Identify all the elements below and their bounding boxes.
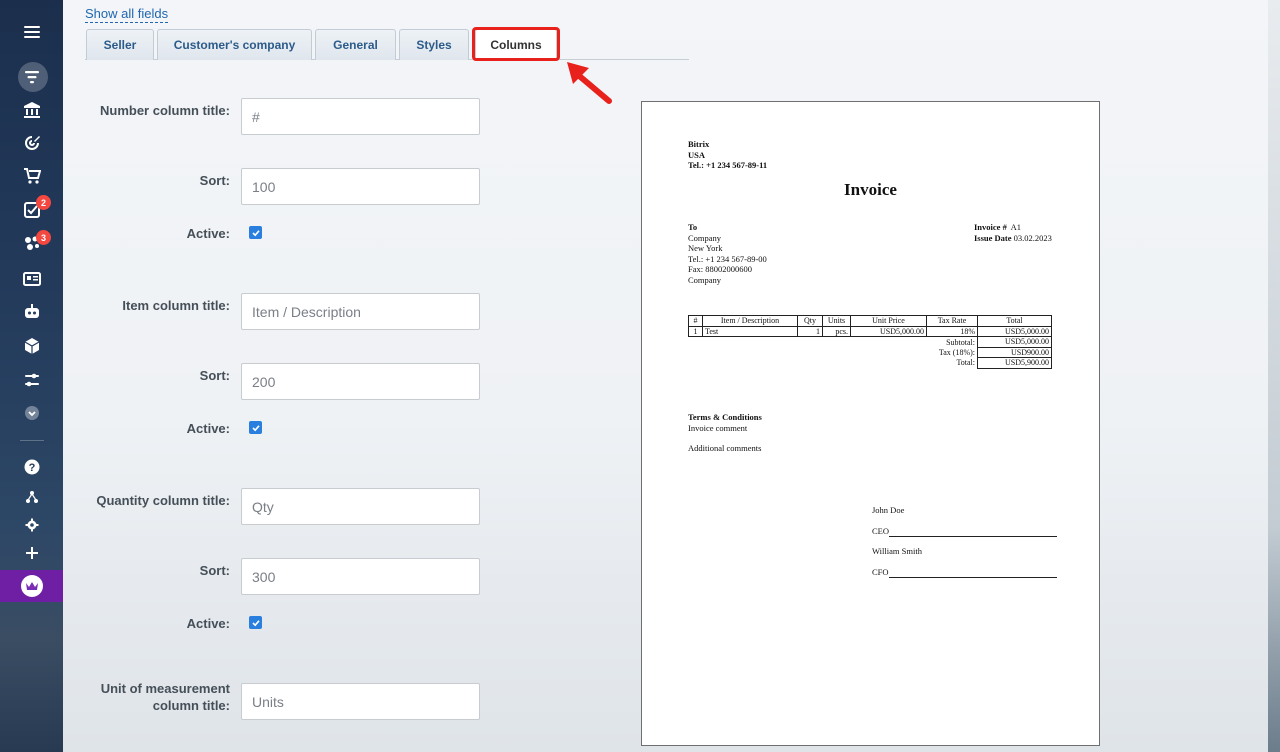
bank-icon[interactable] (0, 95, 63, 125)
number-title-row: Number column title: (63, 98, 623, 138)
unit-title-label: Unit of measurement column title: (100, 681, 230, 713)
item-active-label: Active: (186, 421, 230, 436)
plus-icon[interactable] (0, 538, 63, 568)
number-sort-row: Sort: (63, 168, 623, 208)
number-active-checkbox[interactable] (249, 226, 262, 239)
filter-funnel-icon[interactable] (0, 62, 63, 92)
crown-icon[interactable] (21, 575, 43, 597)
table-header-row: # Item / Description Qty Units Unit Pric… (688, 315, 1052, 327)
seller-block: Bitrix USA Tel.: +1 234 567-89-11 (688, 139, 768, 170)
unit-title-input[interactable] (241, 683, 480, 720)
item-sort-input[interactable] (241, 363, 480, 400)
tab-styles[interactable]: Styles (399, 29, 469, 60)
quantity-sort-input[interactable] (241, 558, 480, 595)
number-title-input[interactable] (241, 98, 480, 135)
quantity-active-row: Active: (63, 614, 623, 654)
item-title-input[interactable] (241, 293, 480, 330)
number-active-label: Active: (186, 226, 230, 241)
cart-icon[interactable] (0, 161, 63, 191)
tab-general[interactable]: General (315, 29, 396, 60)
number-title-label: Number column title: (99, 103, 230, 118)
crm-badge: 3 (36, 230, 51, 245)
show-all-fields-link[interactable]: Show all fields (85, 6, 169, 23)
signer1-role: CEO (872, 526, 889, 536)
subtotal-row: Subtotal: USD5,000.00 (689, 336, 1052, 348)
tax-row: Tax (18%): USD900.00 (689, 346, 1052, 358)
svg-text:?: ? (28, 462, 35, 474)
quantity-title-label: Quantity column title: (96, 493, 230, 508)
invoice-title: Invoice (844, 180, 897, 199)
tasks-badge: 2 (36, 195, 51, 210)
item-active-row: Active: (63, 419, 623, 459)
settings-gear-icon[interactable] (0, 510, 63, 540)
unit-title-row: Unit of measurement column title: (63, 680, 623, 724)
terms-block: Terms & Conditions Invoice comment (688, 412, 762, 433)
help-icon[interactable]: ? (0, 452, 63, 482)
check-icon (251, 229, 260, 236)
check-icon (251, 619, 260, 626)
left-sidebar: 2 3 ? (0, 0, 63, 752)
signer2-role: CFO (872, 567, 889, 577)
more-chevron-down-icon[interactable] (0, 398, 63, 428)
item-sort-row: Sort: (63, 363, 623, 403)
invoice-preview: Bitrix USA Tel.: +1 234 567-89-11 Invoic… (641, 101, 1100, 746)
additional-comments: Additional comments (688, 443, 762, 453)
signer1-line (889, 536, 1057, 537)
item-sort-label: Sort: (199, 368, 230, 383)
number-sort-label: Sort: (199, 173, 230, 188)
target-icon[interactable] (0, 128, 63, 158)
item-title-label: Item column title: (122, 298, 230, 313)
box-icon[interactable] (0, 331, 63, 361)
check-icon (251, 424, 260, 431)
background-edge (1268, 0, 1280, 752)
menu-icon[interactable] (0, 17, 63, 47)
columns-tab-highlight (472, 27, 560, 61)
sidebar-divider (20, 440, 44, 441)
signer2-line (889, 577, 1057, 578)
recipient-block: To Company New York Tel.: +1 234 567-89-… (688, 222, 767, 285)
tab-seller[interactable]: Seller (86, 29, 154, 60)
quantity-title-row: Quantity column title: (63, 488, 623, 528)
signer2-name: William Smith (872, 546, 922, 556)
main-content: Show all fields Seller Customer's compan… (63, 0, 1268, 752)
quantity-active-checkbox[interactable] (249, 616, 262, 629)
total-row: Total: USD5,900.00 (689, 357, 1052, 369)
quantity-sort-label: Sort: (199, 563, 230, 578)
invoice-meta: Invoice # A1 Issue Date 03.02.2023 (974, 222, 1052, 243)
sliders-icon[interactable] (0, 365, 63, 395)
invoice-items-table: # Item / Description Qty Units Unit Pric… (688, 315, 1052, 369)
item-active-checkbox[interactable] (249, 421, 262, 434)
number-sort-input[interactable] (241, 168, 480, 205)
quantity-title-input[interactable] (241, 488, 480, 525)
sitemap-icon[interactable] (0, 482, 63, 512)
crm-bubbles-icon[interactable] (0, 228, 63, 258)
contact-card-icon[interactable] (0, 264, 63, 294)
tab-customers-company[interactable]: Customer's company (157, 29, 312, 60)
item-title-row: Item column title: (63, 293, 623, 333)
quantity-active-label: Active: (186, 616, 230, 631)
robot-icon[interactable] (0, 297, 63, 327)
number-active-row: Active: (63, 224, 623, 264)
table-row: 1 Test 1 pcs. USD5,000.00 18% USD5,000.0… (688, 325, 1052, 337)
quantity-sort-row: Sort: (63, 558, 623, 598)
tasks-checkbox-icon[interactable] (0, 195, 63, 225)
signer1-name: John Doe (872, 505, 905, 515)
